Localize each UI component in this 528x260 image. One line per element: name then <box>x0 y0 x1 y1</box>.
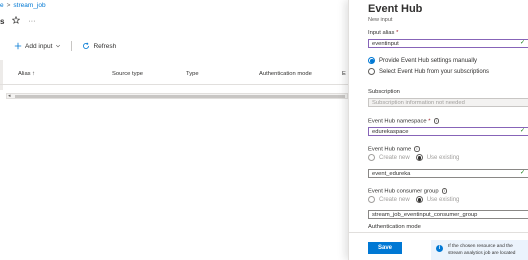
use-existing-label: Use existing <box>426 196 460 203</box>
radio-selected-icon <box>368 57 375 64</box>
add-input-label: Add input <box>25 42 53 50</box>
hubname-label: Event Hub name i <box>368 146 420 152</box>
hubname-label-text: Event Hub name <box>368 146 412 153</box>
required-marker: * <box>396 30 399 36</box>
radio-manual-settings[interactable]: Provide Event Hub settings manually <box>368 57 477 64</box>
input-alias-label-text: Input alias <box>368 30 395 36</box>
page-title: s <box>0 16 5 26</box>
input-alias-field[interactable]: eventinput ✓ <box>368 39 528 48</box>
checkmark-icon: ✓ <box>519 170 525 176</box>
subscription-label: Subscription <box>368 89 400 95</box>
inputs-grid-header: Alias ↑ Source type Type Authentication … <box>0 65 348 85</box>
consumer-group-mode-radios: Create new Use existing <box>368 196 459 203</box>
required-marker: * <box>428 118 431 125</box>
info-icon[interactable]: i <box>441 188 448 194</box>
star-icon[interactable] <box>12 15 21 26</box>
info-circle-icon: i <box>436 245 443 252</box>
consumer-group-field[interactable]: stream_job_eventinput_consumer_group <box>368 210 528 219</box>
authentication-mode-label: Authentication mode <box>368 224 421 230</box>
horizontal-scrollbar[interactable]: ◂ <box>6 93 348 99</box>
info-notice: i If the chosen resource and the stream … <box>431 240 528 260</box>
radio-unselected-icon[interactable] <box>368 154 375 161</box>
radio-manual-label: Provide Event Hub settings manually <box>379 57 478 64</box>
event-hub-blade: Event Hub New input Input alias * eventi… <box>348 0 528 260</box>
input-alias-label: Input alias * <box>368 30 398 36</box>
hubname-value: event_edureka <box>372 171 411 177</box>
hubname-field[interactable]: event_edureka ✓ <box>368 169 528 178</box>
namespace-field[interactable]: edurekaspace ✓ <box>368 127 528 136</box>
info-icon[interactable]: i <box>433 118 440 124</box>
blade-subtitle: New input <box>368 17 393 23</box>
radio-subscription[interactable]: Select Event Hub from your subscriptions <box>368 68 489 75</box>
page-title-row: s ··· <box>0 15 35 26</box>
toolbar: Add input Refresh <box>14 41 116 51</box>
column-header-source-type[interactable]: Source type <box>112 71 143 77</box>
use-existing-label: Use existing <box>426 154 460 161</box>
breadcrumb: e > stream_job <box>0 2 46 9</box>
create-new-label: Create new <box>379 154 410 161</box>
refresh-icon <box>82 42 90 50</box>
namespace-label-text: Event Hub namespace <box>368 118 427 125</box>
chevron-down-icon <box>55 43 61 49</box>
checkmark-icon: ✓ <box>519 128 525 134</box>
breadcrumb-home-link[interactable]: e <box>0 2 4 9</box>
info-icon[interactable]: i <box>414 146 420 152</box>
input-alias-value: eventinput <box>372 41 399 47</box>
more-options-icon[interactable]: ··· <box>28 18 35 25</box>
checkmark-icon: ✓ <box>519 40 525 46</box>
column-header-alias[interactable]: Alias ↑ <box>18 71 35 77</box>
save-button[interactable]: Save <box>368 242 402 254</box>
consumer-group-value: stream_job_eventinput_consumer_group <box>372 212 478 218</box>
breadcrumb-stream-job-link[interactable]: stream_job <box>13 2 45 9</box>
namespace-label: Event Hub namespace * i <box>368 118 440 125</box>
add-input-button[interactable]: Add input <box>14 42 61 50</box>
column-header-auth-mode[interactable]: Authentication mode <box>259 71 312 77</box>
subscription-value: Subscription information not needed <box>372 100 465 106</box>
column-header-type[interactable]: Type <box>186 71 199 77</box>
refresh-label: Refresh <box>93 42 117 50</box>
consumer-group-label: Event Hub consumer group i <box>368 188 448 195</box>
plus-icon <box>14 42 22 50</box>
namespace-value: edurekaspace <box>372 129 409 135</box>
scroll-left-arrow-icon[interactable]: ◂ <box>8 94 11 99</box>
refresh-button[interactable]: Refresh <box>82 42 116 50</box>
subscription-field: Subscription information not needed <box>368 98 528 107</box>
create-new-label: Create new <box>379 196 410 203</box>
job-inputs-page: e > stream_job s ··· Add input Refresh Ali… <box>0 0 348 260</box>
breadcrumb-separator: > <box>6 2 11 9</box>
info-notice-text: If the chosen resource and the stream an… <box>448 244 516 256</box>
consumer-group-label-text: Event Hub consumer group <box>368 188 439 195</box>
blade-title: Event Hub <box>368 3 423 15</box>
radio-unselected-icon[interactable] <box>368 196 375 203</box>
toolbar-divider <box>71 41 73 51</box>
hubname-mode-radios: Create new Use existing <box>368 154 459 161</box>
blade-footer: Save i If the chosen resource and the st… <box>349 232 528 260</box>
scrollbar-thumb[interactable] <box>15 95 345 98</box>
column-header-truncated[interactable]: E <box>342 71 346 77</box>
radio-selected-icon[interactable] <box>415 196 423 203</box>
radio-subscription-label: Select Event Hub from your subscriptions <box>379 68 490 75</box>
radio-selected-icon[interactable] <box>415 154 423 161</box>
radio-unselected-icon <box>368 68 375 75</box>
